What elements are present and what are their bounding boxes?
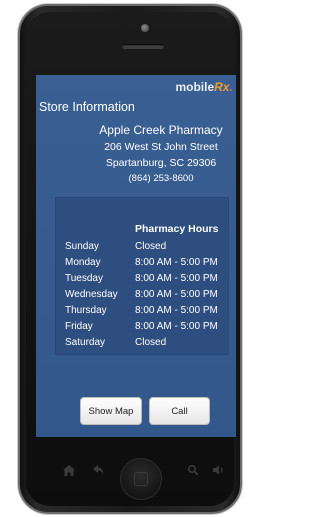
hours-row: Wednesday 8:00 AM - 5:00 PM bbox=[65, 289, 230, 304]
hours-title: Pharmacy Hours bbox=[135, 223, 219, 235]
store-name: Apple Creek Pharmacy bbox=[99, 123, 223, 137]
hours-day: Wednesday bbox=[65, 289, 118, 300]
hours-row: Thursday 8:00 AM - 5:00 PM bbox=[65, 305, 230, 320]
hours-row: Tuesday 8:00 AM - 5:00 PM bbox=[65, 273, 230, 288]
home-icon[interactable] bbox=[62, 464, 76, 481]
hours-row: Saturday Closed bbox=[65, 337, 230, 352]
hours-day: Sunday bbox=[65, 241, 99, 252]
hours-row: Friday 8:00 AM - 5:00 PM bbox=[65, 321, 230, 336]
hours-time: 8:00 AM - 5:00 PM bbox=[135, 305, 218, 316]
app-screen: mobileRx. Store Information Apple Creek … bbox=[36, 75, 236, 437]
hours-time: 8:00 AM - 5:00 PM bbox=[135, 289, 218, 300]
front-camera bbox=[141, 24, 149, 32]
brand-dot: . bbox=[229, 83, 232, 93]
hours-row: Sunday Closed bbox=[65, 241, 230, 256]
hours-day: Saturday bbox=[65, 337, 106, 348]
hours-time: 8:00 AM - 5:00 PM bbox=[135, 273, 218, 284]
store-address-line2: Spartanburg, SC 29306 bbox=[105, 157, 217, 169]
hours-time: Closed bbox=[135, 337, 167, 348]
home-button[interactable] bbox=[120, 458, 162, 500]
earpiece-speaker bbox=[122, 44, 164, 49]
store-phone[interactable]: (864) 253-8600 bbox=[86, 173, 236, 184]
store-address-line1: 206 West St John Street bbox=[104, 141, 218, 153]
hours-day: Thursday bbox=[65, 305, 107, 316]
hours-time: Closed bbox=[135, 241, 167, 252]
brand-accent: Rx bbox=[214, 80, 230, 94]
hours-day: Monday bbox=[65, 257, 101, 268]
show-map-button[interactable]: Show Map bbox=[80, 397, 142, 425]
search-icon[interactable] bbox=[187, 464, 199, 480]
hours-day: Tuesday bbox=[65, 273, 103, 284]
hours-day: Friday bbox=[65, 321, 93, 332]
page-title: Store Information bbox=[39, 100, 135, 114]
hours-time: 8:00 AM - 5:00 PM bbox=[135, 257, 218, 268]
call-button[interactable]: Call bbox=[149, 397, 210, 425]
app-logo: mobileRx. bbox=[175, 80, 232, 94]
back-icon[interactable] bbox=[92, 464, 104, 480]
home-button-square-icon bbox=[134, 472, 148, 486]
app-header: mobileRx. bbox=[36, 75, 236, 97]
hours-row: Monday 8:00 AM - 5:00 PM bbox=[65, 257, 230, 272]
hours-time: 8:00 AM - 5:00 PM bbox=[135, 321, 218, 332]
brand-main: mobile bbox=[175, 80, 215, 94]
volume-icon[interactable] bbox=[212, 464, 225, 480]
